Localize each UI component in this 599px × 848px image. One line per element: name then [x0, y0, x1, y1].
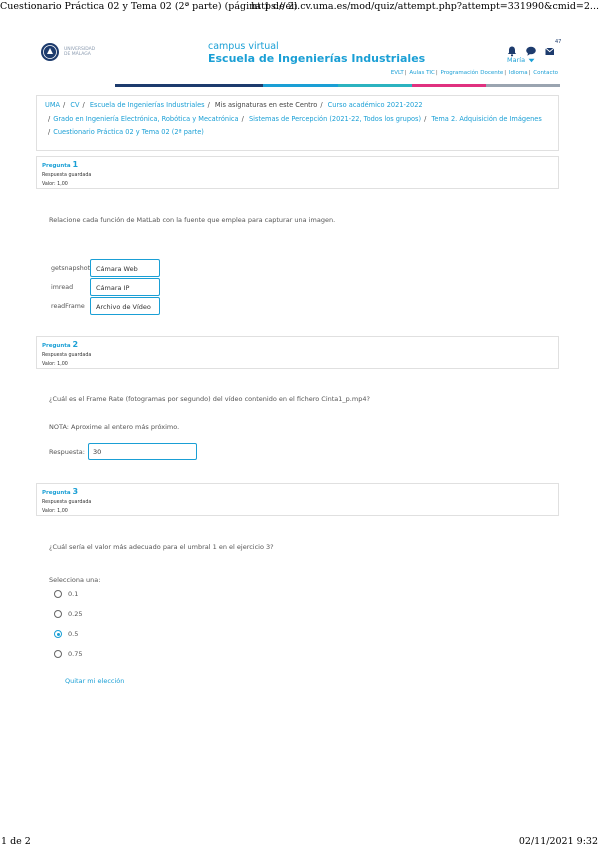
clear-choice-link[interactable]: Quitar mi elección	[65, 677, 124, 685]
top-links: EVLT| Aulas TIC| Programación Docente| I…	[390, 70, 558, 76]
header-icons: 47	[506, 39, 561, 57]
link-idioma[interactable]: Idioma	[509, 70, 528, 76]
link-aulas-tic[interactable]: Aulas TIC	[409, 70, 435, 76]
radio-button[interactable]	[54, 590, 62, 598]
breadcrumb-uma[interactable]: UMA	[45, 101, 60, 109]
radio-button[interactable]	[54, 650, 62, 658]
breadcrumb-escuela[interactable]: Escuela de Ingenierías Industriales	[90, 101, 205, 109]
print-datetime: 02/11/2021 9:32	[518, 836, 598, 847]
question-3-value: Valor: 1,00	[42, 509, 68, 514]
color-bar	[115, 84, 561, 87]
chat-icon[interactable]	[525, 42, 537, 56]
link-evlt[interactable]: EVLT	[391, 70, 404, 76]
question-1-label: Pregunta	[42, 163, 71, 169]
question-3-prompt: Selecciona una:	[49, 576, 101, 584]
option-row[interactable]: 0.75	[54, 650, 82, 658]
question-2-status: Respuesta guardada	[42, 353, 92, 358]
question-2-note: NOTA: Aproxime al entero más próximo.	[49, 423, 180, 431]
breadcrumb-tema[interactable]: Tema 2. Adquisición de Imágenes	[431, 115, 541, 123]
answer-input[interactable]: 30	[87, 443, 197, 460]
option-label: 0.25	[68, 610, 83, 618]
match-select[interactable]: Archivo de Vídeo	[90, 297, 160, 315]
question-1-number: 1	[72, 160, 79, 169]
option-row[interactable]: 0.5	[54, 630, 78, 638]
question-2-label: Pregunta	[42, 343, 71, 349]
match-function-label: imread	[51, 283, 74, 291]
breadcrumb-cuestionario[interactable]: Cuestionario Práctica 02 y Tema 02 (2ª p…	[53, 128, 204, 136]
option-label: 0.75	[68, 650, 83, 658]
question-3-status: Respuesta guardada	[42, 500, 92, 505]
match-select[interactable]: Cámara Web	[90, 259, 160, 277]
option-row[interactable]: 0.25	[54, 610, 82, 618]
breadcrumb: UMA / CV / Escuela de Ingenierías Industri…	[36, 95, 559, 151]
link-programacion-docente[interactable]: Programación Docente	[441, 70, 504, 76]
question-2-text: ¿Cuál es el Frame Rate (fotogramas por s…	[49, 395, 370, 403]
radio-button[interactable]	[54, 610, 62, 618]
option-label: 0.1	[68, 590, 79, 598]
match-select[interactable]: Cámara IP	[90, 278, 160, 296]
bell-icon[interactable]	[506, 42, 518, 57]
question-1-status: Respuesta guardada	[42, 173, 92, 178]
logo-text-line2: DE MÁLAGA	[64, 52, 91, 57]
match-function-label: readFrame	[51, 302, 85, 310]
question-3-number: 3	[72, 487, 79, 496]
user-menu[interactable]: María	[507, 56, 535, 64]
question-1-info: Pregunta 1 Respuesta guardada Valor: 1,0…	[36, 156, 559, 189]
question-1-text: Relacione cada función de MatLab con la …	[49, 216, 336, 224]
match-function-label: getsnapshot	[51, 264, 91, 272]
breadcrumb-curso[interactable]: Curso académico 2021-2022	[328, 101, 423, 109]
question-2-number: 2	[72, 340, 79, 349]
match-row: getsnapshot Cámara Web	[51, 259, 160, 277]
radio-button-selected[interactable]	[54, 630, 62, 638]
message-count-badge: 47	[555, 39, 562, 45]
university-seal-icon	[41, 43, 59, 61]
question-3-text: ¿Cuál sería el valor más adecuado para e…	[49, 543, 274, 551]
question-3-info: Pregunta 3 Respuesta guardada Valor: 1,0…	[36, 483, 559, 516]
question-2-info: Pregunta 2 Respuesta guardada Valor: 1,0…	[36, 336, 559, 369]
question-2-answer: Respuesta: 30	[49, 443, 197, 460]
match-row: imread Cámara IP	[51, 278, 160, 296]
user-name: María	[507, 56, 526, 64]
print-page-number: 1 de 2	[1, 836, 31, 847]
option-row[interactable]: 0.1	[54, 590, 78, 598]
breadcrumb-asignatura[interactable]: Sistemas de Percepción (2021-22, Todos l…	[249, 115, 421, 123]
print-url: https://eii.cv.uma.es/mod/quiz/attempt.p…	[251, 1, 599, 12]
university-logo[interactable]: UNIVERSIDAD DE MÁLAGA	[40, 42, 95, 62]
brand-title: Escuela de Ingenierías Industriales	[208, 52, 426, 65]
brand-subtitle: campus virtual	[208, 41, 279, 52]
messages-icon[interactable]: 47	[544, 39, 561, 55]
breadcrumb-cv[interactable]: CV	[70, 101, 79, 109]
match-row: readFrame Archivo de Vídeo	[51, 297, 160, 315]
question-1-value: Valor: 1,00	[42, 182, 68, 187]
answer-label: Respuesta:	[49, 447, 85, 456]
link-contacto[interactable]: Contacto	[533, 70, 558, 76]
campus-brand[interactable]: campus virtual Escuela de Ingenierías In…	[208, 41, 425, 65]
question-2-value: Valor: 1,00	[42, 362, 68, 367]
option-label: 0.5	[68, 630, 79, 638]
chevron-down-icon	[528, 58, 535, 62]
breadcrumb-grado[interactable]: Grado en Ingeniería Electrónica, Robótic…	[53, 115, 238, 123]
question-3-label: Pregunta	[42, 490, 71, 496]
breadcrumb-mis-asignaturas: Mis asignaturas en este Centro	[214, 101, 318, 109]
